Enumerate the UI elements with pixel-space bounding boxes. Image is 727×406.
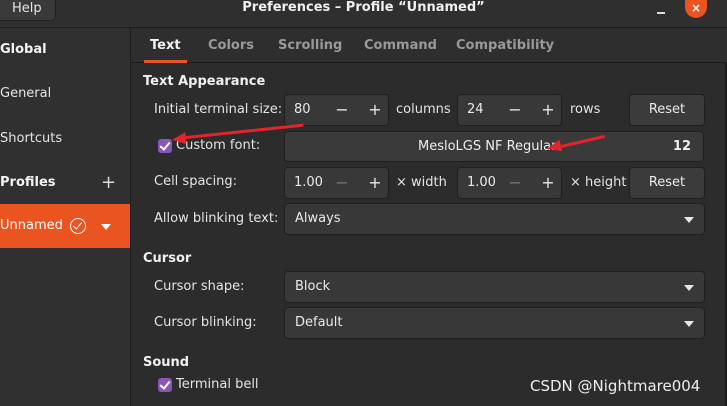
rows-spinbutton[interactable]: 24 − + bbox=[457, 94, 562, 126]
tab-compatibility[interactable]: Compatibility bbox=[456, 28, 554, 63]
reset-size-button[interactable]: Reset bbox=[629, 94, 705, 126]
tab-command[interactable]: Command bbox=[364, 28, 437, 63]
rows-unit-label: rows bbox=[570, 102, 601, 117]
width-decrement-button[interactable]: − bbox=[329, 168, 355, 198]
columns-decrement-button[interactable]: − bbox=[329, 95, 355, 125]
sidebar: Global General Shortcuts Profiles + Unna… bbox=[0, 28, 131, 406]
profile-menu-chevron-down-icon[interactable] bbox=[101, 224, 111, 230]
reset-spacing-button[interactable]: Reset bbox=[629, 167, 705, 199]
section-sound: Sound bbox=[143, 355, 190, 370]
cell-spacing-label: Cell spacing: bbox=[154, 174, 238, 189]
sidebar-heading-profiles: Profiles + bbox=[0, 161, 130, 205]
tab-text[interactable]: Text bbox=[144, 28, 187, 63]
sidebar-heading-global: Global bbox=[0, 42, 47, 57]
height-unit-label: × height bbox=[570, 175, 627, 190]
custom-font-label: Custom font: bbox=[176, 138, 261, 153]
cursor-shape-label: Cursor shape: bbox=[154, 279, 245, 294]
chevron-down-icon bbox=[684, 217, 694, 223]
columns-increment-button[interactable]: + bbox=[362, 95, 388, 125]
terminal-bell-checkbox[interactable] bbox=[158, 378, 172, 392]
title-bar: Help Preferences – Profile “Unnamed” × bbox=[0, 0, 727, 28]
height-spacing-spinbutton[interactable]: 1.00 − + bbox=[457, 167, 562, 199]
chevron-down-icon bbox=[684, 321, 694, 327]
window-title: Preferences – Profile “Unnamed” bbox=[242, 0, 485, 15]
section-cursor: Cursor bbox=[143, 251, 192, 266]
tab-scrolling[interactable]: Scrolling bbox=[278, 28, 342, 63]
terminal-bell-label: Terminal bell bbox=[176, 377, 259, 392]
width-unit-label: × width bbox=[396, 175, 447, 190]
cursor-blinking-value: Default bbox=[295, 315, 343, 330]
sidebar-item-shortcuts[interactable]: Shortcuts bbox=[0, 117, 130, 161]
columns-value[interactable]: 80 bbox=[294, 95, 311, 125]
font-name: MesloLGS NF Regular bbox=[418, 139, 557, 154]
font-size: 12 bbox=[672, 139, 691, 154]
font-chooser-button[interactable]: MesloLGS NF Regular 12 bbox=[284, 131, 704, 162]
tab-colors[interactable]: Colors bbox=[208, 28, 254, 63]
chevron-down-icon bbox=[684, 285, 694, 291]
add-profile-icon[interactable]: + bbox=[101, 161, 117, 205]
default-profile-check-icon bbox=[70, 218, 86, 234]
initial-size-label: Initial terminal size: bbox=[154, 102, 283, 117]
rows-value[interactable]: 24 bbox=[467, 95, 484, 125]
annotation-arrowhead-icon bbox=[171, 132, 187, 146]
height-decrement-button[interactable]: − bbox=[502, 168, 528, 198]
blinking-text-dropdown[interactable]: Always bbox=[284, 203, 705, 235]
minimize-icon[interactable] bbox=[651, 4, 671, 20]
cursor-blinking-dropdown[interactable]: Default bbox=[284, 307, 705, 339]
columns-unit-label: columns bbox=[396, 102, 451, 117]
rows-decrement-button[interactable]: − bbox=[502, 95, 528, 125]
height-increment-button[interactable]: + bbox=[535, 168, 561, 198]
sidebar-item-general[interactable]: General bbox=[0, 72, 130, 116]
tab-bar: Text Colors Scrolling Command Compatibil… bbox=[131, 28, 727, 63]
custom-font-checkbox[interactable] bbox=[158, 139, 172, 153]
watermark: CSDN @Nightmare004 bbox=[530, 377, 701, 395]
width-spacing-value[interactable]: 1.00 bbox=[294, 168, 323, 198]
sidebar-item-profile-unnamed[interactable]: Unnamed bbox=[0, 204, 130, 248]
blinking-text-label: Allow blinking text: bbox=[154, 211, 279, 226]
cursor-blinking-label: Cursor blinking: bbox=[154, 315, 257, 330]
columns-spinbutton[interactable]: 80 − + bbox=[284, 94, 389, 126]
section-text-appearance: Text Appearance bbox=[143, 74, 266, 89]
profiles-heading-label: Profiles bbox=[0, 175, 56, 190]
blinking-text-value: Always bbox=[295, 211, 341, 226]
cursor-shape-dropdown[interactable]: Block bbox=[284, 271, 705, 303]
profile-name: Unnamed bbox=[0, 218, 63, 233]
cursor-shape-value: Block bbox=[295, 279, 331, 294]
rows-increment-button[interactable]: + bbox=[535, 95, 561, 125]
width-increment-button[interactable]: + bbox=[362, 168, 388, 198]
width-spacing-spinbutton[interactable]: 1.00 − + bbox=[284, 167, 389, 199]
height-spacing-value[interactable]: 1.00 bbox=[467, 168, 496, 198]
